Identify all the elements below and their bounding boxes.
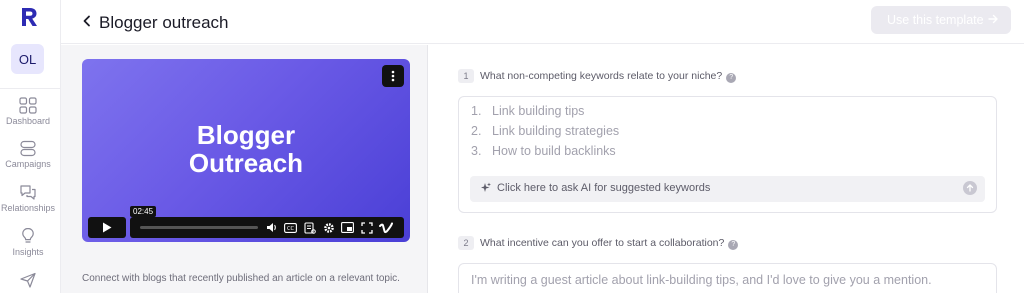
template-description: Connect with blogs that recently publish… [82, 273, 400, 284]
incentive-placeholder: I'm writing a guest article about link-b… [471, 273, 932, 287]
avatar[interactable]: OL [11, 44, 44, 74]
list-item: 3. How to build backlinks [471, 144, 616, 158]
question-number: 1 [458, 69, 474, 83]
video-controls: CC [130, 217, 404, 238]
picture-in-picture-icon[interactable] [340, 220, 355, 235]
logo-icon[interactable] [19, 6, 39, 28]
sidebar-item-insights[interactable]: Insights [0, 227, 56, 257]
sidebar: OL Dashboard Campaigns Relationships Ins… [0, 0, 61, 293]
chat-icon [20, 185, 36, 200]
transcript-icon[interactable] [302, 220, 317, 235]
video-menu-button[interactable] [382, 65, 404, 87]
volume-icon[interactable] [264, 220, 279, 235]
arrow-right-icon [988, 14, 998, 24]
video-player[interactable]: Blogger Outreach CC 02:45 [82, 59, 410, 242]
page-header: Blogger outreach Use this template [61, 0, 1024, 44]
list-item: 2. Link building strategies [471, 124, 620, 138]
video-title: Blogger Outreach [188, 120, 304, 178]
template-questions-panel: 1 What non-competing keywords relate to … [429, 45, 1024, 293]
video-progress-bar[interactable] [140, 226, 258, 229]
chevron-left-icon [83, 15, 90, 27]
lightbulb-icon [22, 227, 34, 243]
question-label: What non-competing keywords relate to yo… [480, 70, 737, 83]
settings-icon[interactable] [321, 220, 336, 235]
svg-text:CC: CC [287, 226, 294, 232]
play-button[interactable] [88, 217, 126, 238]
list-item: 1. Link building tips [471, 104, 585, 118]
play-icon [103, 222, 112, 233]
sidebar-item-campaigns[interactable]: Campaigns [0, 140, 56, 169]
sidebar-item-label: Insights [12, 247, 44, 257]
page-title: Blogger outreach [99, 13, 229, 32]
keywords-input[interactable]: 1. Link building tips 2. Link building str… [458, 96, 997, 213]
campaigns-icon [20, 140, 36, 157]
help-icon[interactable]: ? [728, 240, 739, 250]
template-preview-panel: Blogger Outreach CC 02:45 Connect with b… [61, 45, 428, 293]
ask-ai-button[interactable]: Click here to ask AI for suggested keywo… [470, 176, 985, 202]
captions-icon[interactable]: CC [283, 220, 298, 235]
fullscreen-icon[interactable] [359, 220, 374, 235]
send-icon [20, 272, 36, 288]
incentive-textarea[interactable]: I'm writing a guest article about link-b… [458, 263, 997, 293]
more-vertical-icon [391, 70, 395, 82]
video-timestamp: 02:45 [130, 206, 157, 217]
ask-ai-label: Click here to ask AI for suggested keywo… [497, 182, 711, 194]
sidebar-item-dashboard[interactable]: Dashboard [0, 97, 56, 126]
sidebar-item-label: Relationships [0, 203, 56, 213]
back-button[interactable] [77, 11, 97, 31]
sidebar-item-label: Campaigns [5, 159, 51, 169]
help-icon[interactable]: ? [726, 73, 737, 83]
question-number: 2 [458, 236, 474, 250]
use-template-button[interactable]: Use this template [871, 6, 1011, 34]
sidebar-item-label: Dashboard [5, 116, 51, 126]
use-template-label: Use this template [887, 13, 984, 27]
sidebar-divider [0, 88, 60, 89]
arrow-up-icon[interactable] [963, 181, 977, 195]
sparkle-icon [481, 182, 491, 192]
sidebar-item-relationships[interactable]: Relationships [0, 184, 56, 213]
grid-icon [19, 97, 37, 114]
vimeo-logo-icon[interactable] [378, 220, 393, 235]
question-label: What incentive can you offer to start a … [480, 237, 739, 250]
sidebar-item-outreach[interactable] [0, 272, 56, 288]
